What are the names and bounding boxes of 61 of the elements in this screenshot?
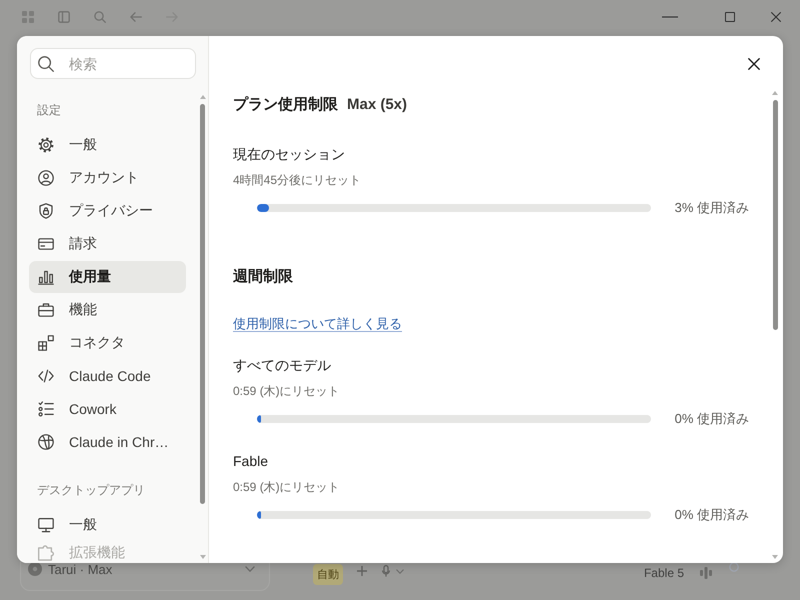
plus-icon[interactable] (357, 566, 367, 576)
scrollbar-thumb[interactable] (773, 100, 778, 330)
limit-title: Fable (233, 452, 270, 471)
sidebar-item[interactable]: プライバシー (29, 195, 186, 227)
sidebar-item[interactable]: 機能 (29, 294, 186, 326)
bar-chart-icon (38, 269, 54, 285)
checklist-icon (38, 401, 54, 417)
scrollbar-thumb[interactable] (200, 104, 205, 504)
section-heading: 設定 (36, 102, 61, 119)
shield-lock-icon (38, 203, 54, 219)
monitor-icon (38, 517, 54, 533)
credit-card-icon (38, 236, 54, 252)
briefcase-icon (38, 302, 54, 318)
audio-bars-icon[interactable] (700, 567, 712, 579)
search-field[interactable]: 検索 (30, 48, 196, 79)
limit-title: すべてのモデル (233, 356, 332, 375)
chevron-down-icon[interactable] (396, 568, 404, 574)
sidebar-item[interactable]: Claude Code (29, 360, 186, 392)
plan-name: Max (5x) (347, 95, 408, 115)
maximize-icon[interactable] (725, 12, 735, 22)
sidebar-item[interactable]: 一般 (29, 129, 186, 161)
code-icon (38, 368, 54, 384)
sidebar-item[interactable]: 請求 (29, 228, 186, 260)
close-icon[interactable] (748, 58, 760, 70)
puzzle-icon (38, 544, 54, 560)
squares-icon (38, 335, 54, 351)
usage-reading: 3% 使用済み (674, 199, 749, 217)
sidebar-item[interactable]: Cowork (29, 393, 186, 425)
sidebar-item[interactable]: アカウント (29, 162, 186, 194)
globe-icon (38, 434, 54, 450)
scroll-down-icon[interactable] (200, 555, 206, 559)
back-arrow-icon[interactable] (130, 11, 142, 23)
search-icon[interactable] (94, 11, 106, 23)
section-heading: デスクトップアプリ (36, 482, 145, 499)
sidebar-item[interactable]: コネクタ (29, 327, 186, 359)
section-title: プラン使用制限 (233, 95, 338, 115)
microphone-icon[interactable] (382, 565, 390, 577)
reset-time: 0:59 (木)にリセット (233, 383, 341, 400)
sidebar-item[interactable]: Claude in Chr… (29, 426, 186, 458)
user-circle-icon (38, 170, 54, 186)
learn-more-link[interactable]: 使用制限について詳しく見る (233, 314, 402, 334)
model-label[interactable]: Fable 5 (644, 566, 684, 580)
usage-reading: 0% 使用済み (674, 506, 749, 524)
mode-chip[interactable]: 自動 (313, 564, 343, 584)
usage-reading: 0% 使用済み (674, 410, 749, 428)
sidebar-item[interactable]: 一般 (29, 509, 186, 541)
circle-icon (729, 562, 739, 572)
sidebar-item[interactable]: 使用量 (29, 261, 186, 293)
scroll-down-icon[interactable] (772, 555, 778, 559)
grid-icon[interactable] (22, 11, 34, 23)
scroll-up-icon[interactable] (200, 95, 206, 99)
scroll-up-icon[interactable] (772, 91, 778, 95)
limit-title: 現在のセッション (233, 145, 346, 164)
section-title: 週間制限 (233, 267, 294, 287)
chevron-down-icon (245, 566, 255, 572)
reset-time: 4時間45分後にリセット (233, 172, 362, 189)
circle-icon (28, 562, 42, 576)
gear-icon (38, 137, 54, 153)
reset-time: 0:59 (木)にリセット (233, 479, 341, 496)
sidebar-icon[interactable] (58, 11, 70, 23)
minimize-icon[interactable] (662, 16, 678, 18)
